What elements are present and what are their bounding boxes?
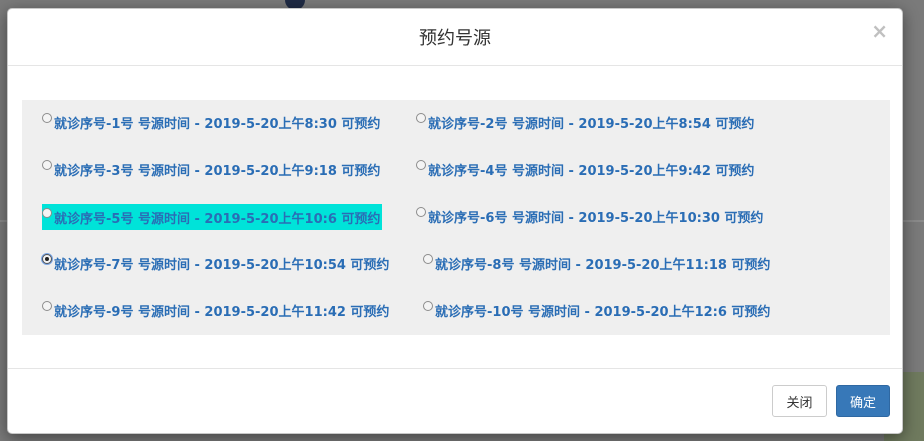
radio-button[interactable] [416, 207, 426, 217]
slot-list: 就诊序号-1号 号源时间 - 2019-5-20上午8:30 可预约 就诊序号-… [22, 100, 890, 335]
radio-button[interactable] [42, 208, 52, 218]
modal-footer: 关闭 确定 [8, 368, 902, 433]
slot-label: 就诊序号-7号 号源时间 - 2019-5-20上午10:54 可预约 [54, 257, 390, 273]
slot-option[interactable]: 就诊序号-3号 号源时间 - 2019-5-20上午9:18 可预约 [42, 158, 380, 180]
slot-option[interactable]: 就诊序号-2号 号源时间 - 2019-5-20上午8:54 可预约 [416, 111, 754, 133]
slot-option-highlighted[interactable]: 就诊序号-5号 号源时间 - 2019-5-20上午10:6 可预约 [42, 204, 383, 230]
radio-button-checked[interactable] [42, 254, 52, 264]
slot-label: 就诊序号-2号 号源时间 - 2019-5-20上午8:54 可预约 [428, 116, 755, 132]
slot-option-selected[interactable]: 就诊序号-7号 号源时间 - 2019-5-20上午10:54 可预约 [42, 252, 389, 274]
slot-option[interactable]: 就诊序号-10号 号源时间 - 2019-5-20上午12:6 可预约 [423, 299, 770, 321]
slot-label: 就诊序号-9号 号源时间 - 2019-5-20上午11:42 可预约 [54, 304, 390, 320]
slot-option[interactable]: 就诊序号-6号 号源时间 - 2019-5-20上午10:30 可预约 [416, 205, 763, 227]
slot-option[interactable]: 就诊序号-9号 号源时间 - 2019-5-20上午11:42 可预约 [42, 299, 389, 321]
modal-body: 就诊序号-1号 号源时间 - 2019-5-20上午8:30 可预约 就诊序号-… [8, 66, 902, 370]
radio-button[interactable] [423, 254, 433, 264]
radio-button[interactable] [416, 160, 426, 170]
modal-header: 预约号源 × [8, 9, 902, 66]
slot-label: 就诊序号-6号 号源时间 - 2019-5-20上午10:30 可预约 [428, 210, 764, 226]
slot-label: 就诊序号-1号 号源时间 - 2019-5-20上午8:30 可预约 [54, 116, 381, 132]
slot-option[interactable]: 就诊序号-1号 号源时间 - 2019-5-20上午8:30 可预约 [42, 111, 380, 133]
slot-label: 就诊序号-10号 号源时间 - 2019-5-20上午12:6 可预约 [435, 304, 771, 320]
radio-button[interactable] [416, 113, 426, 123]
slot-label: 就诊序号-8号 号源时间 - 2019-5-20上午11:18 可预约 [435, 257, 771, 273]
slot-option[interactable]: 就诊序号-4号 号源时间 - 2019-5-20上午9:42 可预约 [416, 158, 754, 180]
radio-button[interactable] [423, 301, 433, 311]
slot-label: 就诊序号-5号 号源时间 - 2019-5-20上午10:6 可预约 [54, 211, 381, 227]
slot-option[interactable]: 就诊序号-8号 号源时间 - 2019-5-20上午11:18 可预约 [423, 252, 770, 274]
radio-button[interactable] [42, 160, 52, 170]
radio-button[interactable] [42, 301, 52, 311]
close-icon[interactable]: × [871, 21, 888, 41]
slot-label: 就诊序号-4号 号源时间 - 2019-5-20上午9:42 可预约 [428, 163, 755, 179]
slot-label: 就诊序号-3号 号源时间 - 2019-5-20上午9:18 可预约 [54, 163, 381, 179]
appointment-modal: 预约号源 × 就诊序号-1号 号源时间 - 2019-5-20上午8:30 可预… [7, 8, 903, 434]
confirm-button[interactable]: 确定 [836, 385, 890, 417]
close-button[interactable]: 关闭 [772, 385, 827, 417]
modal-title: 预约号源 [419, 28, 491, 49]
radio-button[interactable] [42, 113, 52, 123]
